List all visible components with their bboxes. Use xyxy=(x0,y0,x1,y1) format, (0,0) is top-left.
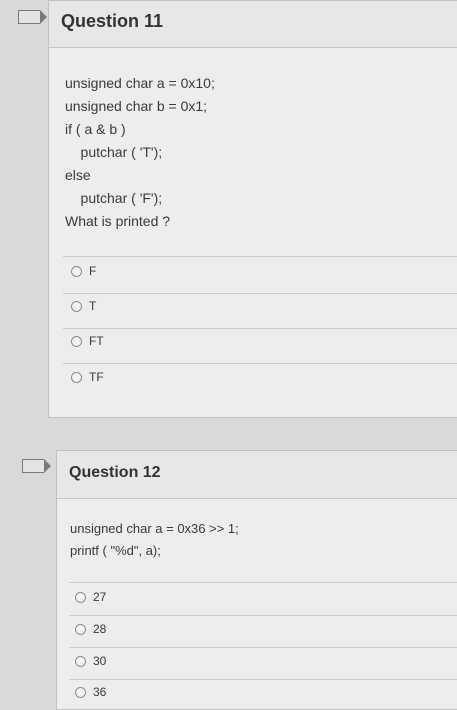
code-line: else xyxy=(65,167,91,183)
option-label: TF xyxy=(89,370,104,384)
answer-option-f[interactable]: F xyxy=(71,264,96,278)
divider xyxy=(69,582,457,583)
code-line: putchar ( 'T'); xyxy=(65,144,163,160)
divider xyxy=(63,328,457,329)
radio-button-icon[interactable] xyxy=(71,371,82,383)
option-label: T xyxy=(89,299,97,313)
flag-icon[interactable] xyxy=(22,458,51,473)
answer-option-36[interactable]: 36 xyxy=(75,685,106,699)
divider xyxy=(69,647,457,648)
option-label: 30 xyxy=(93,654,107,668)
radio-button-icon[interactable] xyxy=(71,335,82,347)
radio-button-icon[interactable] xyxy=(75,623,86,635)
answer-option-t[interactable]: T xyxy=(71,299,96,313)
code-line: putchar ( 'F'); xyxy=(65,190,163,206)
answer-option-30[interactable]: 30 xyxy=(75,654,106,668)
option-label: 27 xyxy=(93,590,107,604)
radio-button-icon[interactable] xyxy=(71,265,82,277)
radio-button-icon[interactable] xyxy=(75,655,86,667)
code-line: unsigned char b = 0x1; xyxy=(65,98,208,114)
answer-option-27[interactable]: 27 xyxy=(75,590,106,604)
option-label: 36 xyxy=(93,685,107,699)
option-label: 28 xyxy=(93,622,107,636)
code-line: unsigned char a = 0x36 >> 1; xyxy=(70,521,239,536)
answer-option-ft[interactable]: FT xyxy=(71,334,104,348)
radio-button-icon[interactable] xyxy=(75,591,86,603)
answer-option-28[interactable]: 28 xyxy=(75,622,106,636)
divider xyxy=(63,256,457,257)
radio-button-icon[interactable] xyxy=(75,686,86,698)
answer-option-tf[interactable]: TF xyxy=(71,370,104,384)
question-11-header: Question 11 xyxy=(49,1,457,48)
option-label: F xyxy=(89,264,97,278)
code-line: if ( a & b ) xyxy=(65,121,126,137)
divider xyxy=(69,615,457,616)
radio-button-icon[interactable] xyxy=(71,300,82,312)
question-11-card: Question 11 unsigned char a = 0x10; unsi… xyxy=(48,0,457,418)
question-title: Question 11 xyxy=(61,11,164,31)
question-12-header: Question 12 xyxy=(57,451,457,499)
code-line: printf ( "%d", a); xyxy=(70,543,161,558)
divider xyxy=(63,293,457,294)
flag-icon[interactable] xyxy=(18,9,47,24)
divider xyxy=(69,679,457,680)
question-title: Question 12 xyxy=(69,464,161,481)
code-line: unsigned char a = 0x10; xyxy=(65,75,215,91)
divider xyxy=(63,363,457,364)
question-prompt: What is printed ? xyxy=(65,213,171,229)
option-label: FT xyxy=(89,334,104,348)
question-12-card: Question 12 unsigned char a = 0x36 >> 1;… xyxy=(56,450,457,710)
